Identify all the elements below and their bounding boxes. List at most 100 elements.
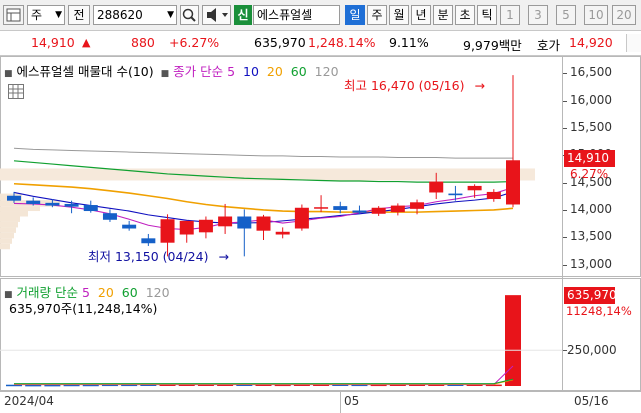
period-button-3[interactable]: 년	[411, 5, 431, 25]
price-axis-label: 13,500	[570, 229, 612, 244]
candle-body	[371, 207, 386, 214]
high-annotation: 최고 16,470 (05/16) →	[344, 75, 485, 94]
date-label-apr: 2024/04	[4, 394, 54, 408]
candle-body	[122, 224, 137, 229]
candle-body	[275, 231, 290, 235]
candle-body	[64, 203, 79, 207]
current-price: 14,910	[31, 35, 75, 50]
pct-tag: 6.27%	[570, 167, 609, 181]
volume-profile-band	[0, 221, 18, 228]
stock-name-field[interactable]: 에스퓨얼셀	[253, 5, 340, 25]
date-label-may: 05	[344, 394, 360, 408]
period-select-value: 주	[31, 8, 43, 22]
prev-button[interactable]: 전	[68, 5, 90, 25]
axis-tick	[563, 128, 567, 130]
change-percent: +6.27%	[169, 35, 220, 50]
price-change: 880	[131, 35, 155, 50]
price-axis-label: 15,500	[570, 120, 612, 135]
code-value: 288620	[97, 8, 143, 22]
candle-body	[352, 210, 367, 213]
chevron-down-icon: ▼	[167, 10, 174, 20]
chevron-down-icon: ▼	[55, 10, 62, 20]
volume-chart[interactable]	[0, 278, 562, 391]
stock-name: 에스퓨얼셀	[257, 8, 313, 22]
period-select[interactable]: 주 ▼	[27, 5, 65, 25]
interval-button-1[interactable]: 1	[500, 5, 520, 25]
interval-button-5[interactable]: 5	[556, 5, 576, 25]
price-axis-label: 16,500	[570, 65, 612, 80]
ma-line-ma120	[13, 147, 513, 159]
price-axis-label: 14,000	[570, 201, 612, 216]
ask-price: 14,920	[569, 35, 613, 50]
axis-tick	[563, 237, 567, 239]
search-icon[interactable]	[180, 5, 199, 25]
prev-label: 전	[73, 8, 85, 22]
period-button-0[interactable]: 일	[345, 5, 365, 25]
axis-tick	[563, 264, 567, 266]
trade-value: 9,979백만	[463, 38, 522, 53]
period-button-6[interactable]: 틱	[477, 5, 497, 25]
high-label: 최고 16,470 (05/16)	[344, 78, 465, 93]
axis-tick	[563, 350, 567, 351]
badge-label: 신	[237, 8, 249, 22]
quote-bar: 14,910 ▲ 880 +6.27% 635,970 1,248.14% 9.…	[0, 31, 641, 56]
ask-label: 호가	[537, 38, 561, 53]
volume-profile-band	[0, 238, 12, 244]
date-axis: 2024/04 05 05/16	[0, 391, 641, 413]
candle-body	[160, 219, 175, 243]
volume-axis-label: 250,000	[567, 343, 617, 357]
period-button-4[interactable]: 분	[433, 5, 453, 25]
candle-body	[198, 219, 213, 233]
volume-tag: 635,970	[564, 287, 617, 304]
candle-body	[141, 238, 156, 244]
toolbar: 주 ▼ 전 288620 ▼ 신 에스퓨얼셀 일 주 월 년 분 초 틱 1 3 5 10 20	[0, 0, 641, 31]
volume-profile-band	[0, 216, 20, 222]
candle-body	[218, 216, 233, 227]
volume-profile-band	[0, 243, 10, 250]
code-input[interactable]: 288620 ▼	[93, 5, 177, 25]
interval-button-10[interactable]: 10	[584, 5, 608, 25]
low-label: 최저 13,150 (04/24)	[88, 249, 209, 264]
arrow-right-icon: →	[474, 78, 485, 93]
candle-body	[314, 207, 329, 209]
up-arrow-icon: ▲	[82, 36, 91, 49]
volume-profile-band	[0, 211, 28, 217]
period-button-2[interactable]: 월	[389, 5, 409, 25]
candle-body	[429, 181, 444, 193]
axis-tick	[563, 182, 567, 184]
axis-tick	[563, 73, 567, 75]
volume-profile-band	[0, 227, 16, 233]
candle-body	[294, 207, 309, 229]
candle-body	[448, 193, 463, 196]
volume-ma-line	[14, 378, 514, 385]
candle-body	[390, 205, 405, 213]
candle-body	[179, 220, 194, 235]
speaker-icon[interactable]	[202, 5, 231, 25]
panel-icon[interactable]	[3, 5, 24, 25]
candle-body	[256, 216, 271, 231]
volume-ratio: 1,248.14%	[308, 35, 376, 50]
interval-button-20[interactable]: 20	[612, 5, 636, 25]
date-label-current: 05/16	[574, 394, 609, 408]
volume-bar	[25, 384, 42, 387]
candle-body	[506, 160, 520, 205]
volume-ma-line	[14, 365, 514, 386]
quote-options-icon[interactable]	[626, 34, 641, 52]
turnover-percent: 9.11%	[389, 35, 429, 50]
candle-body	[7, 195, 21, 201]
candle-body	[26, 200, 41, 204]
low-annotation: 최저 13,150 (04/24) →	[88, 246, 229, 265]
period-button-5[interactable]: 초	[455, 5, 475, 25]
price-axis-label: 13,000	[570, 256, 612, 271]
candle-body	[333, 206, 348, 210]
interval-button-3[interactable]: 3	[528, 5, 548, 25]
candle-body	[237, 216, 252, 229]
candle-body	[410, 202, 425, 209]
axis-tick	[563, 100, 567, 102]
price-tag: 14,910	[564, 150, 615, 167]
volume-bar	[44, 384, 61, 387]
candle-body	[467, 185, 482, 191]
period-button-1[interactable]: 주	[367, 5, 387, 25]
candle-body	[102, 213, 117, 220]
candle-body	[45, 202, 60, 206]
